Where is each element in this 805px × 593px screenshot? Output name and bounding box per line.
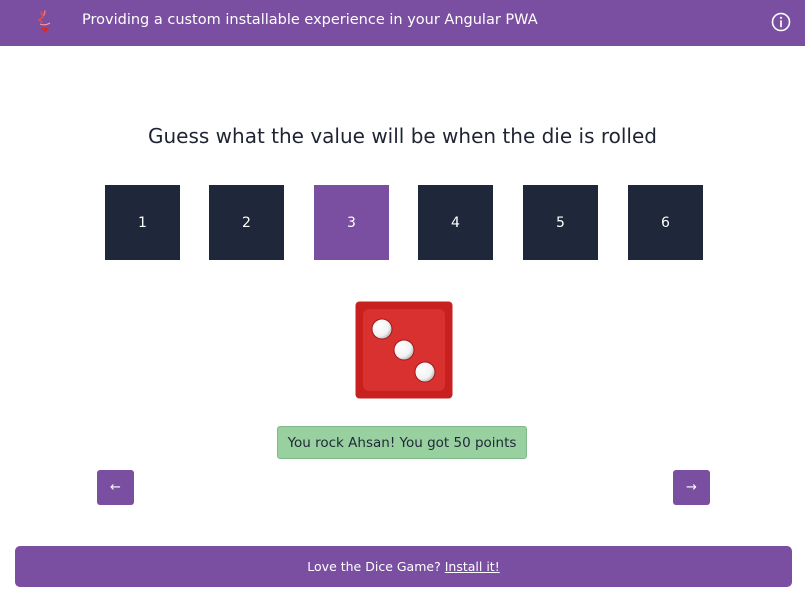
arrow-left-icon: ← xyxy=(110,480,121,495)
install-banner: Love the Dice Game? Install it! xyxy=(15,546,792,587)
info-icon[interactable] xyxy=(770,11,792,33)
guess-option-4[interactable]: 4 xyxy=(418,185,493,260)
app-header: Providing a custom installable experienc… xyxy=(0,0,805,46)
result-message: You rock Ahsan! You got 50 points xyxy=(277,426,527,459)
guess-option-5[interactable]: 5 xyxy=(523,185,598,260)
app-title: Providing a custom installable experienc… xyxy=(82,12,538,28)
guess-option-3[interactable]: 3 xyxy=(314,185,389,260)
install-message: Love the Dice Game? xyxy=(307,559,441,574)
guess-option-1[interactable]: 1 xyxy=(105,185,180,260)
angular-pwa-logo-icon xyxy=(37,10,51,33)
die-three-icon xyxy=(355,301,453,399)
game-prompt: Guess what the value will be when the di… xyxy=(147,124,657,148)
next-button[interactable]: → xyxy=(673,470,710,505)
guess-option-2[interactable]: 2 xyxy=(209,185,284,260)
guess-option-6[interactable]: 6 xyxy=(628,185,703,260)
previous-button[interactable]: ← xyxy=(97,470,134,505)
install-link[interactable]: Install it! xyxy=(445,559,500,574)
arrow-right-icon: → xyxy=(686,480,697,495)
